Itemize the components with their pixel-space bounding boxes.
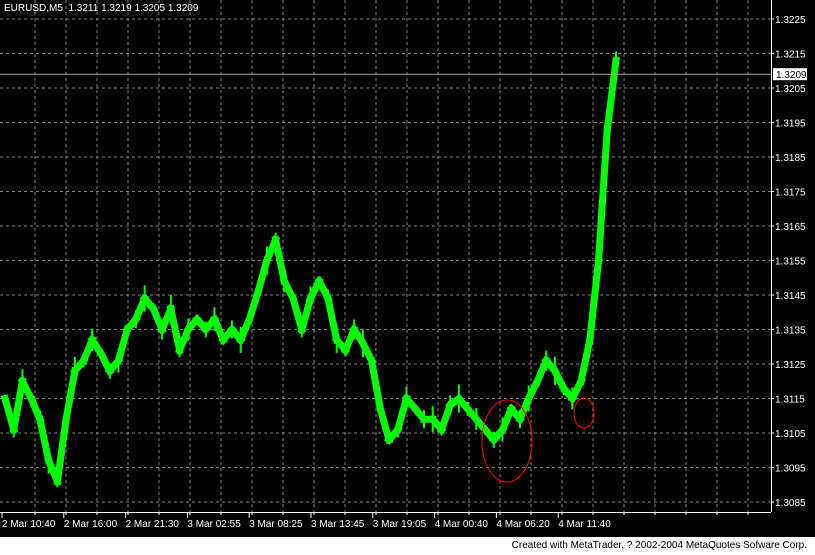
price-segment [393, 394, 411, 434]
price-segment [297, 294, 315, 334]
price-segment [35, 415, 53, 465]
y-tick-label: 1.3185 [775, 153, 806, 164]
x-tick-label: 2 Mar 21:30 [126, 519, 180, 530]
price-segment [367, 356, 385, 413]
price-segment [166, 304, 184, 355]
y-tick-label: 1.3165 [775, 222, 806, 233]
price-segment [62, 366, 79, 424]
x-tick-label: 2 Mar 16:00 [64, 519, 118, 530]
y-tick-label: 1.3195 [775, 119, 806, 130]
price-segment [594, 125, 611, 265]
price-segment [114, 325, 132, 365]
chart-title-bar: EURUSD,M5 1.3211 1.3219 1.3205 1.3209 [4, 3, 198, 14]
y-tick-label: 1.3145 [775, 291, 806, 302]
y-tick-label: 1.3125 [775, 360, 806, 371]
high-value: 1.3219 [101, 3, 132, 14]
y-tick-label: 1.3115 [775, 395, 805, 406]
open-value: 1.3211 [68, 3, 99, 14]
x-tick-label: 4 Mar 11:40 [558, 519, 611, 530]
symbol-label: EURUSD,M5 [4, 3, 63, 14]
x-tick-label: 3 Mar 19:05 [373, 519, 427, 530]
price-chart[interactable]: 1.3225 1.3215 1.3205 1.3195 1.3185 1.3175 1.31… [0, 0, 815, 537]
current-price-label: 1.3209 [776, 70, 807, 81]
x-tick-label: 3 Mar 02:55 [187, 519, 241, 530]
x-tick-label: 4 Mar 00:40 [435, 519, 489, 530]
y-tick-label: 1.3215 [775, 50, 806, 61]
price-segment [603, 56, 620, 134]
y-tick-label: 1.3175 [775, 188, 806, 199]
price-segment [253, 256, 272, 296]
x-tick-label: 2 Mar 10:40 [2, 519, 56, 530]
x-tick-label: 4 Mar 06:20 [496, 519, 550, 530]
price-segment [9, 377, 27, 434]
price-segment [376, 404, 394, 445]
price-segment [576, 335, 594, 386]
y-tick-label: 1.3135 [775, 326, 806, 337]
chart-canvas: 1.3225 1.3215 1.3205 1.3195 1.3185 1.3175 1.31… [0, 0, 807, 530]
price-segment [245, 287, 263, 324]
y-tick-label: 1.3095 [775, 464, 806, 475]
close-value: 1.3209 [167, 3, 199, 14]
footer-credit: Created with MetaTrader, ? 2002-2004 Met… [511, 540, 807, 551]
x-tick-label: 3 Mar 08:25 [249, 519, 303, 530]
y-tick-label: 1.3225 [775, 15, 806, 26]
y-tick-label: 1.3085 [775, 498, 806, 509]
y-tick-label: 1.3105 [775, 429, 806, 440]
price-segment [323, 294, 341, 344]
low-value: 1.3205 [134, 3, 166, 14]
price-segment [53, 415, 71, 486]
y-tick-label: 1.3205 [775, 84, 806, 95]
x-tick-label: 3 Mar 13:45 [311, 519, 365, 530]
annotation-ellipse-small [573, 397, 595, 429]
y-tick-label: 1.3155 [775, 257, 806, 268]
price-segment [585, 256, 603, 344]
